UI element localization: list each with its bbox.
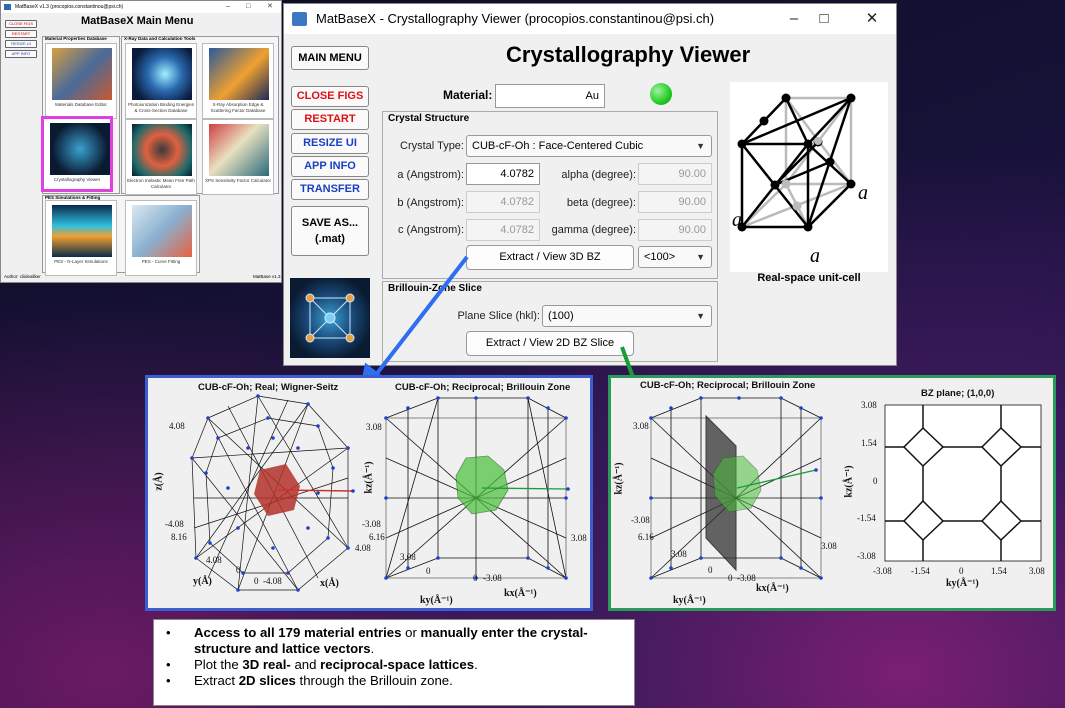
bullet-bold: 3D real- — [242, 657, 291, 672]
fig1-left-z-axis-label: z(Å) — [153, 472, 165, 491]
fig1-right-kz-bot-tick: -3.08 — [362, 519, 381, 529]
figure-3d-real-and-reciprocal: CUB-cF-Oh; Real; Wigner-Seitz CUB-cF-Oh;… — [145, 375, 593, 611]
fig2-right-ytick: 3.08 — [861, 400, 877, 410]
fig1-left-y0-tick: 0 — [236, 565, 241, 575]
fig2-left-kz-top-tick: 3.08 — [633, 421, 649, 431]
fig1-left-x1-tick: 4.08 — [355, 543, 371, 553]
bullet-text: and — [290, 657, 321, 672]
fig1-left-x-axis-label: x(Å) — [320, 578, 339, 589]
fig1-right-ky0-tick: 0 — [426, 566, 431, 576]
fig1-right-kx1-tick: 3.08 — [571, 533, 587, 543]
bullet-item: Plot the 3D real- and reciprocal-space l… — [164, 657, 624, 673]
fig2-left-kz-bot-tick: -3.08 — [631, 515, 650, 525]
fig2-right-xtick: 3.08 — [1029, 566, 1045, 576]
bullet-text: Extract — [194, 673, 239, 688]
bullet-bold: 2D slices — [238, 673, 296, 688]
fig2-right-kz-axis-label: kz(Å⁻¹) — [843, 465, 855, 498]
fig1-left-xm-tick: -4.08 — [263, 576, 282, 586]
fig2-left-kxm-tick: -3.08 — [737, 573, 756, 583]
fig2-right-xtick: 0 — [959, 566, 964, 576]
feature-bullet-list: Access to all 179 material entries or ma… — [153, 619, 635, 706]
fig2-left-ky1-tick: 6.16 — [638, 532, 654, 542]
fig1-right-kx0-tick: 0 — [473, 573, 478, 583]
fig1-right-ky1-tick: 6.16 — [369, 532, 385, 542]
fig2-right-ytick: 1.54 — [861, 438, 877, 448]
fig2-left-kz-axis-label: kz(Å⁻¹) — [613, 462, 625, 495]
fig2-right-xtick: -1.54 — [911, 566, 930, 576]
fig2-right-xtick: 1.54 — [991, 566, 1007, 576]
fig2-left-kx1-tick: 3.08 — [821, 541, 837, 551]
bullet-text: or — [401, 625, 421, 640]
fig2-right-xtick: -3.08 — [873, 566, 892, 576]
bullet-item: Extract 2D slices through the Brillouin … — [164, 673, 624, 689]
bullet-text: . — [474, 657, 478, 672]
fig1-right-kxm-tick: -3.08 — [483, 573, 502, 583]
figure-bz-and-slice: CUB-cF-Oh; Reciprocal; Brillouin Zone BZ… — [608, 375, 1056, 611]
fig1-right-kz-top-tick: 3.08 — [366, 422, 382, 432]
fig1-right-ky-axis-label: ky(Å⁻¹) — [420, 595, 453, 606]
fig2-left-ky2-tick: 3.08 — [671, 549, 687, 559]
fig1-left-y-axis-label: y(Å) — [193, 576, 212, 587]
bullet-item: Access to all 179 material entries or ma… — [164, 625, 624, 657]
bullet-bold: Access to all 179 material entries — [194, 625, 402, 640]
fig2-right-ky-axis-label: ky(Å⁻¹) — [946, 578, 979, 589]
bullet-text: . — [370, 641, 375, 656]
fig2-left-kx0-tick: 0 — [728, 573, 733, 583]
fig1-left-z-bot-tick: -4.08 — [165, 519, 184, 529]
bullet-text: through the Brillouin zone. — [295, 673, 453, 688]
bullet-text: Plot the — [194, 657, 243, 672]
fig1-left-z-top-tick: 4.08 — [169, 421, 185, 431]
bullet-bold: reciprocal-space lattices — [320, 657, 475, 672]
fig2-left-ky0-tick: 0 — [708, 565, 713, 575]
fig1-left-y2-tick: 4.08 — [206, 555, 222, 565]
fig2-right-ytick: 0 — [873, 476, 878, 486]
fig1-right-ky2-tick: 3.08 — [400, 552, 416, 562]
fig2-right-ytick: -3.08 — [857, 551, 876, 561]
fig1-left-x0-tick: 0 — [254, 576, 259, 586]
fig2-plots — [649, 396, 1042, 580]
fig1-right-kz-axis-label: kz(Å⁻¹) — [363, 461, 375, 494]
fig2-left-kx-axis-label: kx(Å⁻¹) — [756, 583, 789, 594]
blue-arrow — [358, 255, 469, 398]
fig1-left-y1-tick: 8.16 — [171, 532, 187, 542]
fig2-left-ky-axis-label: ky(Å⁻¹) — [673, 595, 706, 606]
fig1-right-kx-axis-label: kx(Å⁻¹) — [504, 588, 537, 599]
fig2-right-ytick: -1.54 — [857, 513, 876, 523]
fig1-plots — [190, 394, 570, 592]
